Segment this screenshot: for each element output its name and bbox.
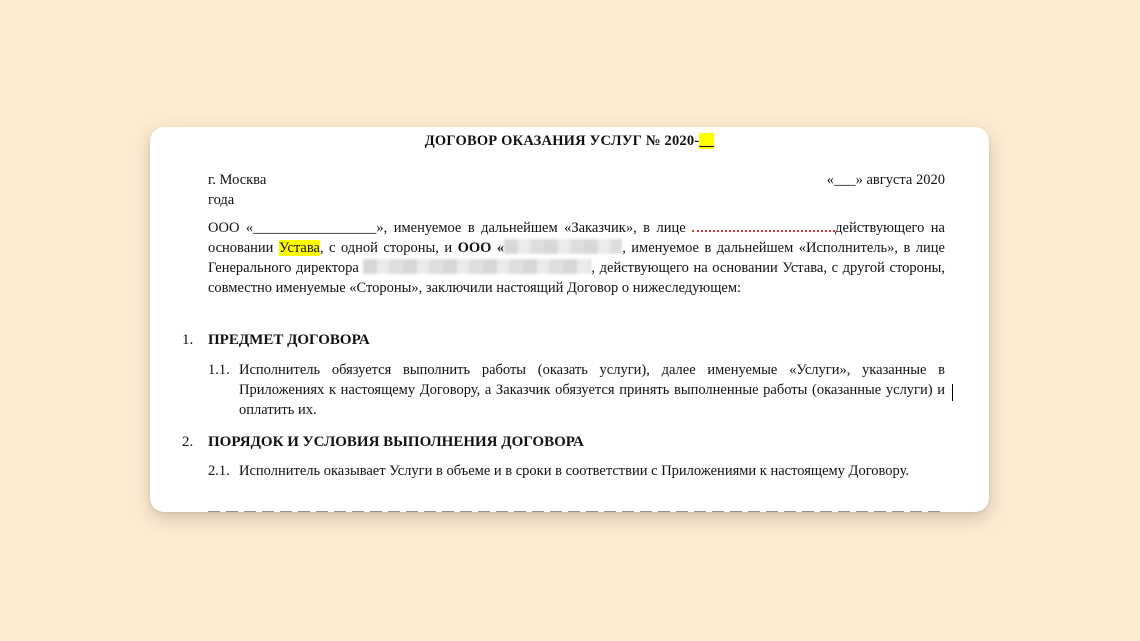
section-1-heading: 1. ПРЕДМЕТ ДОГОВОРА xyxy=(182,330,370,350)
document-title: ДОГОВОР ОКАЗАНИЯ УСЛУГ № 2020-__ xyxy=(150,133,989,150)
section-2-heading: 2. ПОРЯДОК И УСЛОВИЯ ВЫПОЛНЕНИЯ ДОГОВОРА xyxy=(182,432,584,452)
org-name-bold: ООО « xyxy=(457,240,505,256)
document-card: ДОГОВОР ОКАЗАНИЯ УСЛУГ № 2020-__ г. Моск… xyxy=(150,127,989,512)
clause-2-1-text: Исполнитель оказывает Услуги в объеме и … xyxy=(239,463,910,479)
section-1-title: ПРЕДМЕТ ДОГОВОРА xyxy=(208,332,370,348)
date-suffix: года xyxy=(208,192,235,208)
section-2-number: 2. xyxy=(182,434,194,450)
section-1-number: 1. xyxy=(182,332,194,348)
intro-paragraph: ООО «_________________», именуемое в дал… xyxy=(208,216,945,298)
text-cursor[interactable] xyxy=(951,384,953,401)
city-line: г. Москва года xyxy=(208,170,288,210)
redacted-director-name xyxy=(363,259,592,274)
clause-1-1-text: Исполнитель обязуется выполнить работы (… xyxy=(239,362,945,418)
section-2-title: ПОРЯДОК И УСЛОВИЯ ВЫПОЛНЕНИЯ ДОГОВОРА xyxy=(208,434,584,450)
city: г. Москва xyxy=(208,172,267,188)
title-number-highlight: __ xyxy=(699,133,715,149)
ustav-highlight: Устава xyxy=(278,240,320,256)
contract-date: «___» августа 2020 xyxy=(826,172,945,188)
spellcheck-underline xyxy=(692,216,836,232)
redacted-org-name xyxy=(504,239,623,254)
title-text: ДОГОВОР ОКАЗАНИЯ УСЛУГ № 2020- xyxy=(424,133,700,149)
clause-1-1-number: 1.1. xyxy=(208,362,230,378)
clause-2-1: 2.1. Исполнитель оказывает Услуги в объе… xyxy=(208,461,945,481)
clause-2-1-number: 2.1. xyxy=(208,463,230,479)
clause-1-1: 1.1. Исполнитель обязуется выполнить раб… xyxy=(208,360,953,420)
intro-part1: ООО «_________________», именуемое в дал… xyxy=(208,220,693,236)
intro-part3: , с одной стороны, и xyxy=(319,240,458,256)
cut-off-next-line xyxy=(208,507,945,512)
